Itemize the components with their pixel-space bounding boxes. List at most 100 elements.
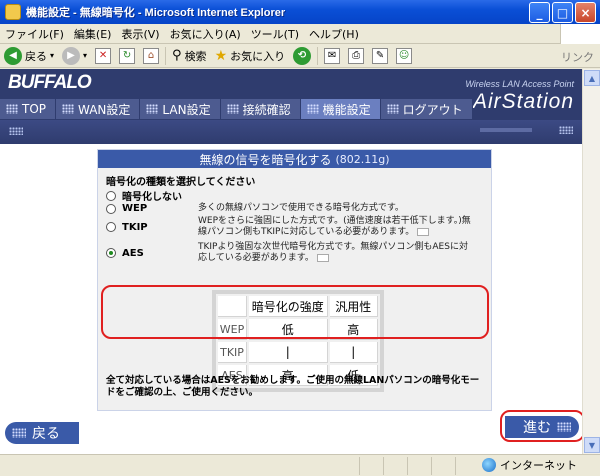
table-cell: | — [249, 342, 328, 363]
favorites-button[interactable]: ★ お気に入り — [211, 48, 290, 64]
dots-icon — [306, 104, 319, 114]
dots-icon — [146, 104, 159, 114]
panel-title: 無線の信号を暗号化する (802.11g) — [98, 150, 491, 168]
decorative-bar — [480, 128, 532, 132]
highlight-frame — [101, 285, 489, 339]
home-button[interactable]: ⌂ — [139, 47, 163, 64]
star-icon: ★ — [214, 47, 228, 64]
product-logo: AirStation — [472, 90, 574, 113]
people-icon: ☺ — [396, 47, 413, 64]
note-icon — [316, 253, 329, 262]
choose-label: 暗号化の種類を選択してください — [106, 177, 256, 188]
stop-icon: ✕ — [95, 47, 112, 64]
mail-icon: ✉ — [324, 47, 341, 64]
nav-top[interactable]: TOP — [0, 99, 57, 119]
nav-features[interactable]: 機能設定 — [300, 99, 381, 119]
mail-button[interactable]: ✉ — [320, 47, 344, 64]
router-header: BUFFALO Wireless LAN Access Point AirSta… — [0, 69, 582, 144]
status-text — [0, 456, 360, 475]
nav-connection-label: 接続確認 — [242, 102, 291, 117]
window-titlebar: 機能設定 - 無線暗号化 - Microsoft Internet Explor… — [0, 0, 600, 24]
status-bar: インターネット — [0, 454, 600, 476]
print-button[interactable]: ⎙ — [344, 47, 368, 64]
window-controls: _ □ × — [529, 2, 596, 23]
dots-icon — [557, 422, 571, 432]
scroll-down-icon[interactable]: ▼ — [584, 437, 600, 453]
radio-button-selected[interactable] — [106, 248, 116, 258]
menu-file[interactable]: ファイル(F) — [0, 26, 69, 42]
folder-icon — [5, 4, 21, 20]
back-arrow-icon: ◀ — [4, 46, 22, 65]
encryption-panel: 無線の信号を暗号化する (802.11g) 暗号化の種類を選択してください 暗号… — [97, 149, 492, 411]
search-button[interactable]: ⚲ 検索 — [168, 48, 211, 64]
menu-favorites[interactable]: お気に入り(A) — [165, 26, 246, 42]
window-title: 機能設定 - 無線暗号化 - Microsoft Internet Explor… — [26, 7, 286, 19]
status-cell — [384, 456, 408, 475]
security-zone: インターネット — [482, 457, 577, 473]
nav-logout[interactable]: ログアウト — [380, 99, 473, 119]
scroll-up-icon[interactable]: ▲ — [584, 70, 600, 86]
option-label: WEP — [122, 203, 148, 214]
back-button[interactable]: 戻る — [5, 422, 79, 444]
edit-button[interactable]: ✎ — [368, 47, 392, 64]
zone-label: インターネット — [500, 459, 577, 472]
edit-icon: ✎ — [372, 47, 389, 64]
home-icon: ⌂ — [143, 47, 160, 64]
dots-icon — [12, 428, 26, 438]
menu-edit[interactable]: 編集(E) — [69, 26, 117, 42]
brand-logo: BUFFALO — [8, 72, 92, 93]
back-nav-label: 戻る — [25, 49, 47, 63]
option-wep[interactable]: WEP 多くの無線パソコンで使用できる暗号化方式です。 — [106, 203, 491, 214]
refresh-button[interactable]: ↻ — [115, 47, 139, 64]
option-desc-wrap: TKIPより強固な次世代暗号化方式です。無線パソコン側もAESに対応している必要… — [198, 242, 473, 264]
toolbar-separator — [317, 46, 319, 65]
header-strip — [0, 120, 582, 144]
menu-bar: ファイル(F) 編集(E) 表示(V) お気に入り(A) ツール(T) ヘルプ(… — [0, 24, 600, 44]
option-label: AES — [122, 247, 144, 259]
nav-top-label: TOP — [22, 102, 47, 116]
vertical-scrollbar[interactable]: ▲ ▼ — [582, 69, 600, 454]
radio-button[interactable] — [106, 222, 116, 232]
radio-button[interactable] — [106, 190, 116, 201]
radio-button[interactable] — [106, 203, 116, 214]
search-icon: ⚲ — [172, 48, 182, 63]
nav-lan-label: LAN設定 — [162, 102, 211, 117]
back-nav-button[interactable]: ◀ 戻る ▾ — [0, 46, 58, 65]
menu-tools[interactable]: ツール(T) — [246, 26, 304, 42]
browser-toolbar: ◀ 戻る ▾ ▶ ▾ ✕ ↻ ⌂ ⚲ 検索 ★ お気に入り ⟲ ✉ ⎙ ✎ ☺ — [0, 44, 600, 68]
menu-view[interactable]: 表示(V) — [116, 26, 164, 42]
option-tkip[interactable]: TKIP WEPをさらに強固にした方式です。(通信速度は若干低下します。)無線パ… — [106, 216, 491, 238]
main-nav: TOP WAN設定 LAN設定 接続確認 機能設定 ログアウト — [0, 99, 473, 119]
close-button[interactable]: × — [575, 2, 596, 23]
favorites-label: お気に入り — [230, 49, 286, 63]
chevron-down-icon: ▾ — [50, 51, 55, 60]
printer-icon: ⎙ — [348, 47, 365, 64]
links-label[interactable]: リンク — [561, 49, 594, 65]
nav-connection[interactable]: 接続確認 — [220, 99, 301, 119]
minimize-button[interactable]: _ — [529, 2, 550, 23]
back-button-label: 戻る — [32, 426, 60, 442]
nav-lan[interactable]: LAN設定 — [140, 99, 221, 119]
option-aes[interactable]: AES TKIPより強固な次世代暗号化方式です。無線パソコン側もAESに対応して… — [106, 242, 491, 264]
status-cell — [432, 456, 456, 475]
dots-icon — [559, 126, 573, 134]
next-button[interactable]: 進む — [505, 416, 579, 438]
table-row: TKIP | | — [218, 342, 378, 363]
table-cell: | — [329, 342, 378, 363]
messenger-button[interactable]: ☺ — [392, 47, 416, 64]
status-cell — [360, 456, 384, 475]
history-button[interactable]: ⟲ — [289, 46, 315, 65]
menu-help[interactable]: ヘルプ(H) — [304, 26, 364, 42]
maximize-button[interactable]: □ — [552, 2, 573, 23]
option-desc: 多くの無線パソコンで使用できる暗号化方式です。 — [198, 203, 404, 213]
option-label: TKIP — [122, 221, 148, 233]
stop-button[interactable]: ✕ — [91, 47, 115, 64]
forward-nav-button[interactable]: ▶ ▾ — [58, 46, 91, 65]
dots-icon — [62, 104, 75, 114]
status-cell — [408, 456, 432, 475]
option-none[interactable]: 暗号化しない — [106, 188, 491, 203]
table-cell: TKIP — [218, 342, 248, 363]
product-subtitle: Wireless LAN Access Point — [465, 79, 574, 89]
nav-wan[interactable]: WAN設定 — [56, 99, 141, 119]
refresh-icon: ↻ — [119, 47, 136, 64]
